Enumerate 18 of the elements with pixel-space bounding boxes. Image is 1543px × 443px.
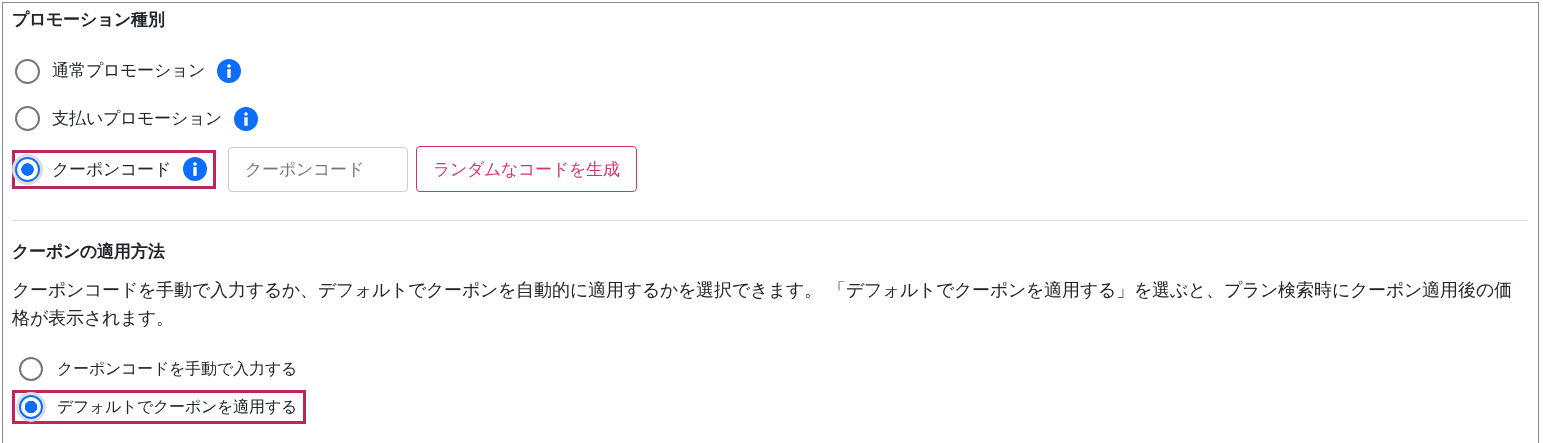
section-title: プロモーション種別 (12, 9, 166, 30)
radio-button[interactable] (15, 58, 40, 84)
generate-code-button[interactable]: ランダムなコードを生成 (416, 146, 637, 193)
info-icon[interactable] (217, 59, 241, 84)
coupon-code-field[interactable]: クーポンコード (228, 146, 408, 192)
radio-button[interactable] (19, 394, 43, 419)
info-icon[interactable] (183, 157, 207, 182)
radio-button[interactable] (19, 356, 43, 381)
option-label: デフォルトでクーポンを適用する (57, 395, 297, 418)
option-label: 支払いプロモーション (52, 106, 222, 130)
description-text: クーポンコードを手動で入力するか、デフォルトでクーポンを自動的に適用するかを選択できます。 「デフォルトでクーポンを適用する」を選ぶと、プラン検索時にクーポン適用後の価格が表示されます。 (12, 278, 1513, 330)
option-label: 通常プロモーション (52, 59, 205, 83)
option-label: クーポンコード (52, 157, 171, 181)
option-label: クーポンコードを手動で入力する (57, 357, 297, 380)
radio-button[interactable] (15, 106, 40, 132)
info-icon[interactable] (234, 106, 258, 131)
section-title: クーポンの適用方法 (12, 241, 166, 262)
radio-button[interactable] (15, 156, 40, 182)
